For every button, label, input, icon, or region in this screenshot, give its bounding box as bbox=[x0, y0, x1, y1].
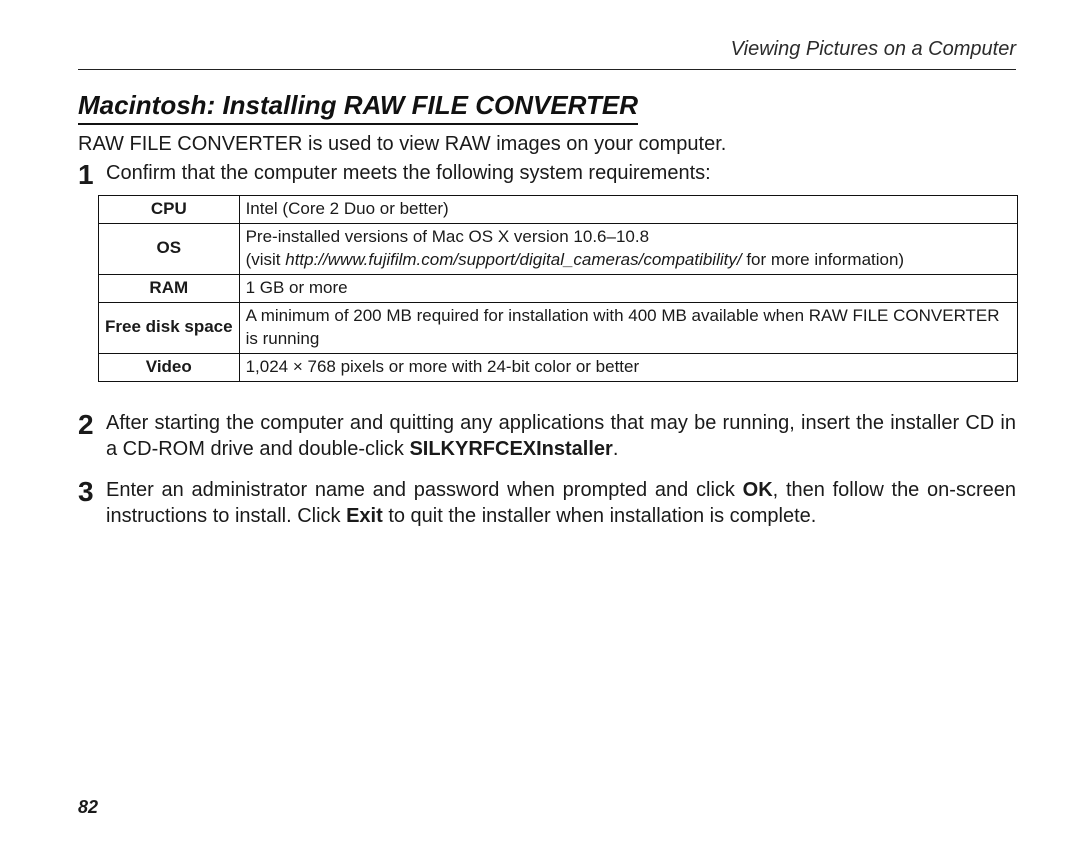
table-row: CPU Intel (Core 2 Duo or better) bbox=[99, 196, 1018, 224]
req-video-label: Video bbox=[99, 353, 240, 381]
table-row: Free disk space A minimum of 200 MB requ… bbox=[99, 302, 1018, 353]
step-number: 3 bbox=[78, 478, 100, 506]
req-video-value: 1,024 × 768 pixels or more with 24-bit c… bbox=[239, 353, 1017, 381]
spacer bbox=[78, 530, 1016, 797]
req-os-url: http://www.fujifilm.com/support/digital_… bbox=[285, 250, 741, 269]
req-os-value: Pre-installed versions of Mac OS X versi… bbox=[239, 223, 1017, 274]
step-3-text: Enter an administrator name and password… bbox=[106, 477, 1016, 530]
step-3: 3 Enter an administrator name and passwo… bbox=[78, 477, 1016, 530]
system-requirements-table: CPU Intel (Core 2 Duo or better) OS Pre-… bbox=[98, 195, 1018, 382]
step-1: 1 Confirm that the computer meets the fo… bbox=[78, 160, 1016, 189]
req-cpu-label: CPU bbox=[99, 196, 240, 224]
req-disk-value: A minimum of 200 MB required for install… bbox=[239, 302, 1017, 353]
running-head: Viewing Pictures on a Computer bbox=[78, 38, 1016, 70]
req-ram-label: RAM bbox=[99, 274, 240, 302]
document-page: Viewing Pictures on a Computer Macintosh… bbox=[0, 0, 1080, 846]
req-cpu-value: Intel (Core 2 Duo or better) bbox=[239, 196, 1017, 224]
step-number: 2 bbox=[78, 411, 100, 439]
table-row: OS Pre-installed versions of Mac OS X ve… bbox=[99, 223, 1018, 274]
req-disk-label: Free disk space bbox=[99, 302, 240, 353]
step-number: 1 bbox=[78, 161, 100, 189]
req-ram-value: 1 GB or more bbox=[239, 274, 1017, 302]
req-os-label: OS bbox=[99, 223, 240, 274]
step-1-text: Confirm that the computer meets the foll… bbox=[106, 160, 1016, 187]
table-row: Video 1,024 × 768 pixels or more with 24… bbox=[99, 353, 1018, 381]
section-heading: Macintosh: Installing RAW FILE CONVERTER bbox=[78, 90, 638, 125]
step-2: 2 After starting the computer and quitti… bbox=[78, 410, 1016, 463]
table-row: RAM 1 GB or more bbox=[99, 274, 1018, 302]
step-2-text: After starting the computer and quitting… bbox=[106, 410, 1016, 463]
intro-paragraph: RAW FILE CONVERTER is used to view RAW i… bbox=[78, 133, 1016, 156]
page-number: 82 bbox=[78, 797, 1016, 818]
